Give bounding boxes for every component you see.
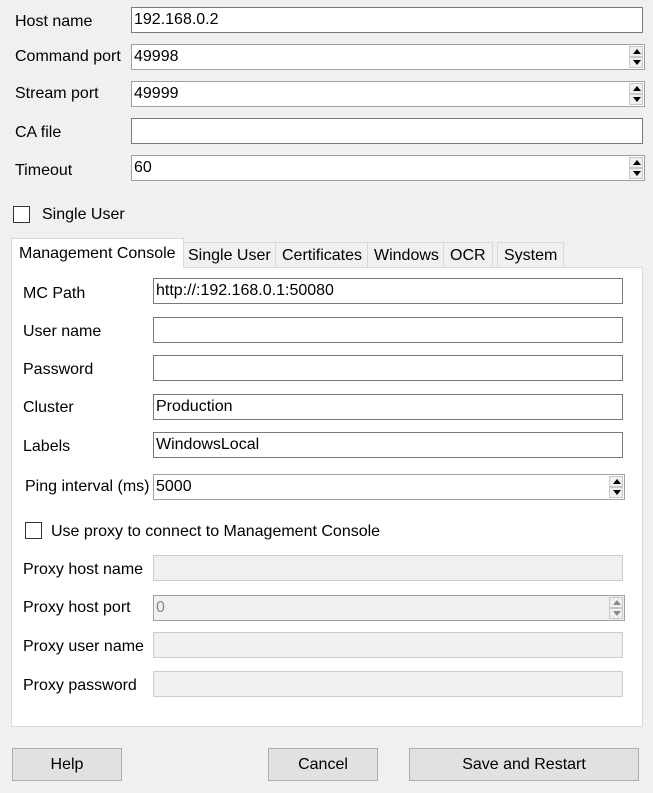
ca-file-label: CA file — [15, 124, 62, 141]
timeout-increment-button[interactable] — [629, 157, 643, 168]
proxy-user-name-input[interactable] — [153, 632, 623, 658]
user-name-input[interactable] — [153, 317, 623, 343]
single-user-checkbox-label[interactable]: Single User — [42, 205, 125, 225]
command-port-increment-button[interactable] — [629, 46, 643, 57]
arrow-up-icon — [613, 600, 621, 605]
tab-certificates[interactable]: Certificates — [275, 242, 370, 267]
timeout-value: 60 — [134, 159, 152, 176]
ca-file-input[interactable] — [131, 118, 643, 144]
ping-interval-value: 5000 — [156, 478, 192, 495]
proxy-host-port-decrement-button[interactable] — [609, 608, 623, 619]
arrow-down-icon — [633, 60, 641, 65]
arrow-down-icon — [613, 490, 621, 495]
ping-interval-increment-button[interactable] — [609, 476, 623, 487]
arrow-up-icon — [613, 479, 621, 484]
proxy-host-port-label: Proxy host port — [23, 599, 131, 616]
stream-port-spinbox[interactable]: 49999 — [131, 81, 645, 107]
command-port-label: Command port — [15, 48, 121, 65]
use-proxy-checkbox-label[interactable]: Use proxy to connect to Management Conso… — [51, 522, 380, 542]
cluster-input[interactable]: Production — [153, 394, 623, 420]
timeout-label: Timeout — [15, 162, 73, 179]
ping-interval-decrement-button[interactable] — [609, 487, 623, 498]
mc-path-input[interactable]: http://:192.168.0.1:50080 — [153, 278, 623, 304]
proxy-user-name-label: Proxy user name — [23, 638, 144, 655]
single-user-checkbox[interactable] — [13, 206, 30, 223]
arrow-up-icon — [633, 49, 641, 54]
stream-port-label: Stream port — [15, 85, 99, 102]
tab-system[interactable]: System — [497, 242, 565, 267]
proxy-host-name-label: Proxy host name — [23, 561, 144, 578]
mc-path-label: MC Path — [23, 285, 86, 302]
command-port-decrement-button[interactable] — [629, 57, 643, 68]
labels-input[interactable]: WindowsLocal — [153, 432, 623, 458]
timeout-spinbox[interactable]: 60 — [131, 155, 645, 181]
arrow-down-icon — [633, 171, 641, 176]
stream-port-value: 49999 — [134, 85, 179, 102]
proxy-password-label: Proxy password — [23, 677, 137, 694]
proxy-host-port-spinbox[interactable]: 0 — [153, 595, 625, 621]
proxy-host-port-increment-button[interactable] — [609, 597, 623, 608]
command-port-value: 49998 — [134, 48, 179, 65]
save-and-restart-button[interactable]: Save and Restart — [409, 748, 639, 781]
tab-management-console[interactable]: Management Console — [11, 238, 184, 268]
host-name-label: Host name — [15, 13, 93, 30]
stream-port-increment-button[interactable] — [629, 83, 643, 94]
proxy-host-name-input[interactable] — [153, 555, 623, 581]
labels-label: Labels — [23, 438, 71, 455]
user-name-label: User name — [23, 323, 102, 340]
use-proxy-checkbox[interactable] — [25, 522, 42, 539]
timeout-decrement-button[interactable] — [629, 168, 643, 179]
help-button[interactable]: Help — [12, 748, 122, 781]
arrow-up-icon — [633, 160, 641, 165]
tab-windows[interactable]: Windows — [367, 242, 446, 267]
ping-interval-label: Ping interval (ms) — [25, 478, 150, 495]
password-label: Password — [23, 361, 94, 378]
tab-ocr[interactable]: OCR — [443, 242, 493, 267]
proxy-password-input[interactable] — [153, 671, 623, 697]
stream-port-decrement-button[interactable] — [629, 94, 643, 105]
cluster-label: Cluster — [23, 399, 74, 416]
arrow-down-icon — [633, 97, 641, 102]
arrow-up-icon — [633, 86, 641, 91]
proxy-host-port-value: 0 — [156, 599, 165, 616]
password-input[interactable] — [153, 355, 623, 381]
host-name-input[interactable]: 192.168.0.2 — [131, 7, 643, 33]
tab-single-user[interactable]: Single User — [181, 242, 278, 267]
ping-interval-spinbox[interactable]: 5000 — [153, 474, 625, 500]
arrow-down-icon — [613, 611, 621, 616]
command-port-spinbox[interactable]: 49998 — [131, 44, 645, 70]
cancel-button[interactable]: Cancel — [268, 748, 378, 781]
